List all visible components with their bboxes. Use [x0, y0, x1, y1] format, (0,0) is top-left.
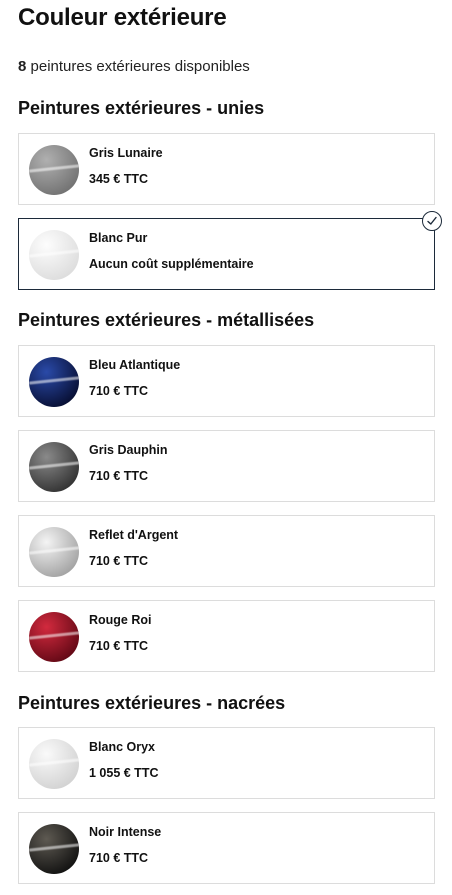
section-title-solid: Peintures extérieures - unies: [18, 98, 265, 118]
exterior-color-panel: Couleur extérieure 8 peintures extérieur…: [0, 0, 452, 895]
color-name: Gris Lunaire: [89, 146, 163, 160]
color-card-blanc-pur[interactable]: Blanc Pur Aucun coût supplémentaire: [18, 211, 442, 290]
checkmark-icon: [422, 211, 442, 231]
color-swatch: [29, 230, 79, 280]
color-swatch: [29, 824, 79, 874]
section-title-pearl: Peintures extérieures - nacrées: [18, 693, 286, 713]
color-card-rouge-roi[interactable]: Rouge Roi 710 € TTC: [18, 600, 435, 672]
color-card-noir-intense[interactable]: Noir Intense 710 € TTC: [18, 812, 435, 884]
color-card-blanc-oryx[interactable]: Blanc Oryx 1 055 € TTC: [18, 727, 435, 799]
available-count: 8 peintures extérieures disponibles: [18, 58, 250, 75]
color-price: 710 € TTC: [89, 384, 149, 398]
color-card-gris-lunaire[interactable]: Gris Lunaire 345 € TTC: [18, 133, 435, 205]
color-name: Rouge Roi: [89, 613, 152, 627]
color-price: 710 € TTC: [89, 639, 149, 653]
section-title-metallic: Peintures extérieures - métallisées: [18, 310, 315, 330]
color-swatch: [29, 612, 79, 662]
color-swatch: [29, 442, 79, 492]
color-price: 710 € TTC: [89, 554, 149, 568]
color-price: Aucun coût supplémentaire: [89, 257, 254, 271]
color-price: 345 € TTC: [89, 172, 149, 186]
color-name: Blanc Pur: [89, 231, 148, 245]
color-card-bleu-atlantique[interactable]: Bleu Atlantique 710 € TTC: [18, 345, 435, 417]
color-swatch: [29, 145, 79, 195]
color-price: 1 055 € TTC: [89, 766, 159, 780]
count-text: peintures extérieures disponibles: [26, 58, 250, 75]
color-swatch: [29, 527, 79, 577]
color-price: 710 € TTC: [89, 851, 149, 865]
color-card-gris-dauphin[interactable]: Gris Dauphin 710 € TTC: [18, 430, 435, 502]
color-swatch: [29, 739, 79, 789]
color-name: Noir Intense: [89, 825, 162, 839]
color-swatch: [29, 357, 79, 407]
color-name: Reflet d'Argent: [89, 528, 179, 542]
color-name: Bleu Atlantique: [89, 358, 181, 372]
color-name: Blanc Oryx: [89, 740, 156, 754]
color-name: Gris Dauphin: [89, 443, 168, 457]
page-title: Couleur extérieure: [18, 4, 227, 31]
color-card-reflet-argent[interactable]: Reflet d'Argent 710 € TTC: [18, 515, 435, 587]
color-price: 710 € TTC: [89, 469, 149, 483]
